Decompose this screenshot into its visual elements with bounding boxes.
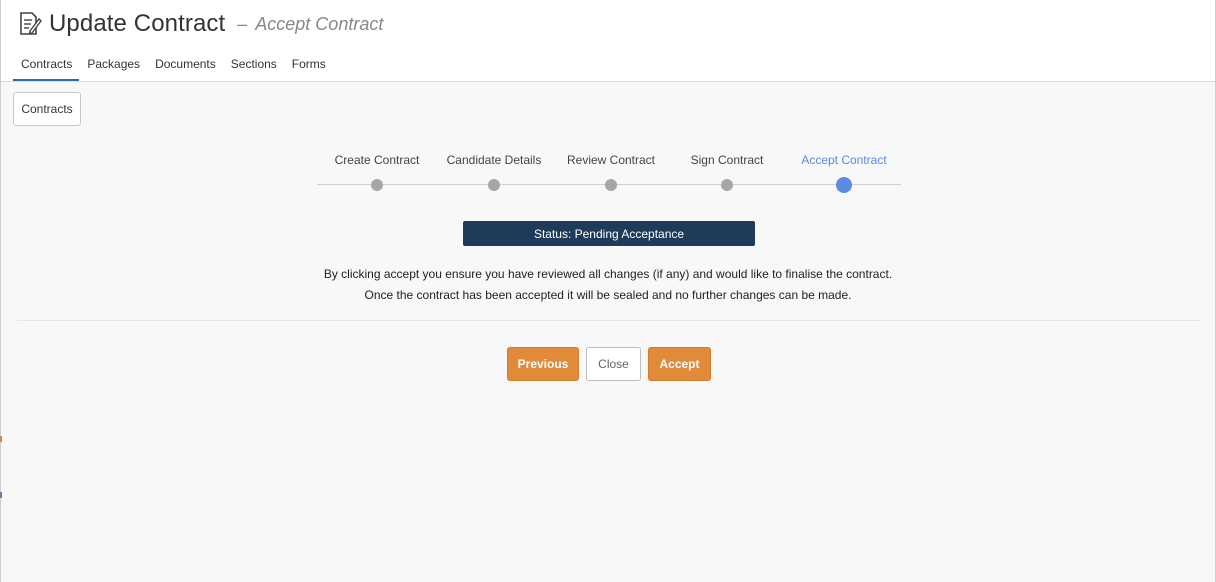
step-candidate-details[interactable]: Candidate Details <box>434 150 554 191</box>
window-edge-mark <box>0 436 2 442</box>
page-subtitle: Accept Contract <box>255 13 384 34</box>
close-button[interactable]: Close <box>586 347 641 381</box>
previous-button[interactable]: Previous <box>507 347 579 381</box>
step-label: Create Contract <box>334 153 420 167</box>
step-create-contract[interactable]: Create Contract <box>317 150 437 191</box>
step-sign-contract[interactable]: Sign Contract <box>667 150 787 191</box>
divider <box>17 320 1201 321</box>
info-text: By clicking accept you ensure you have r… <box>1 264 1215 306</box>
step-review-contract[interactable]: Review Contract <box>551 150 671 191</box>
title-separator: – <box>237 13 248 34</box>
step-label: Candidate Details <box>446 153 542 167</box>
step-dot <box>371 179 383 191</box>
tab-documents[interactable]: Documents <box>147 54 223 78</box>
tab-packages[interactable]: Packages <box>79 54 147 78</box>
main-nav: Contracts Packages Documents Sections Fo… <box>13 54 333 81</box>
progress-stepper: Create Contract Candidate Details Review… <box>317 150 901 200</box>
tab-forms[interactable]: Forms <box>284 54 333 78</box>
status-badge: Status: Pending Acceptance <box>463 221 755 246</box>
contracts-button[interactable]: Contracts <box>13 92 81 126</box>
accept-button[interactable]: Accept <box>648 347 711 381</box>
step-accept-contract[interactable]: Accept Contract <box>784 150 904 193</box>
tab-contracts[interactable]: Contracts <box>13 54 80 81</box>
step-dot <box>836 177 852 193</box>
page-header: Update Contract – Accept Contract Contra… <box>1 0 1215 82</box>
step-dot <box>488 179 500 191</box>
step-dot <box>721 179 733 191</box>
info-line-2: Once the contract has been accepted it w… <box>364 288 852 302</box>
window-edge-mark <box>0 492 2 498</box>
step-dot <box>605 179 617 191</box>
step-label: Sign Contract <box>690 153 764 167</box>
step-label: Accept Contract <box>801 153 887 167</box>
edit-document-icon <box>17 11 43 37</box>
info-line-1: By clicking accept you ensure you have r… <box>323 267 893 281</box>
step-label: Review Contract <box>566 153 656 167</box>
page-title: Update Contract <box>49 10 226 37</box>
title-row: Update Contract – Accept Contract <box>17 9 383 39</box>
tab-sections[interactable]: Sections <box>223 54 284 78</box>
